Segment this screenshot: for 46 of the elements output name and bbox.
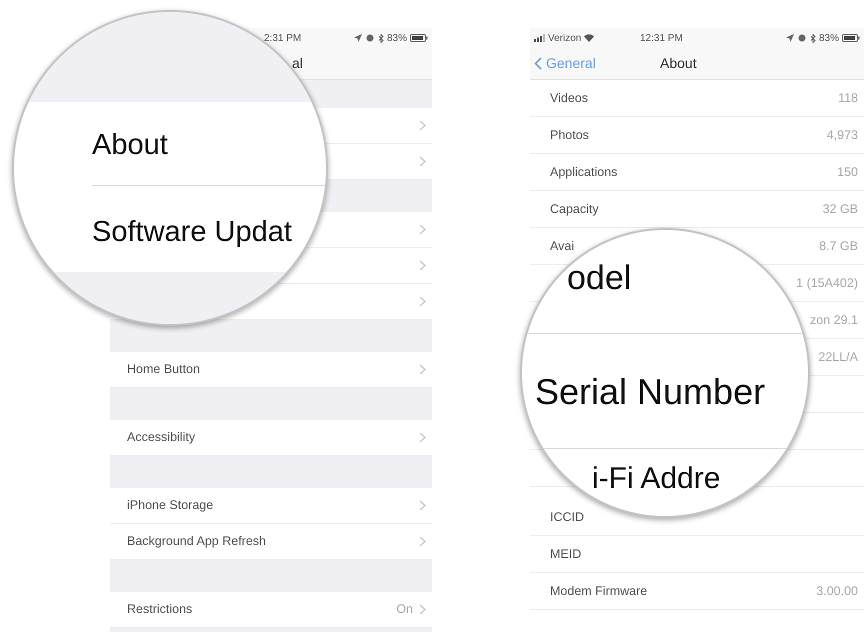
row-value: 22LL/A <box>818 348 858 366</box>
row-value: On <box>396 601 413 618</box>
nav-title: About <box>660 54 697 73</box>
alarm-clock-icon <box>798 34 806 42</box>
signal-bars-icon <box>534 34 546 42</box>
magnified-label: About <box>92 130 168 162</box>
battery-icon <box>410 34 428 42</box>
row-label: MEID <box>550 546 582 563</box>
magnified-label: Software Updat <box>92 217 292 249</box>
row-value: 1 (15A402) <box>796 274 858 292</box>
back-chevron-icon <box>534 57 542 70</box>
battery-icon <box>842 34 860 42</box>
row-value: zon 29.1 <box>810 312 858 329</box>
wifi-icon <box>584 34 594 42</box>
row-label[interactable]: Home Button <box>127 360 200 379</box>
battery-percent: 83% <box>386 32 407 46</box>
row-value: 150 <box>837 164 858 181</box>
row-value: 118 <box>838 90 858 107</box>
row-label[interactable]: Background App Refresh <box>127 532 266 551</box>
magnified-label: Serial Number <box>535 372 766 412</box>
status-time: 2:31 PM <box>264 32 302 46</box>
row-label: Applications <box>550 164 618 181</box>
row-value: 3.00.00 <box>816 582 858 600</box>
nav-title: al <box>292 54 303 73</box>
magnified-label: i-Fi Addre <box>592 462 720 495</box>
row-value: 32 GB <box>822 200 858 218</box>
row-label[interactable]: Accessibility <box>127 428 196 447</box>
magnified-label: odel <box>567 260 632 298</box>
row-value: 4,973 <box>826 126 858 144</box>
row-label: Photos <box>550 126 589 144</box>
bluetooth-icon <box>810 34 816 42</box>
row-label[interactable]: Restrictions <box>127 600 192 619</box>
row-label: Capacity <box>550 200 599 218</box>
battery-percent: 83% <box>818 32 839 46</box>
row-label: Videos <box>550 90 588 107</box>
location-arrow-icon <box>786 34 794 42</box>
row-label[interactable]: iPhone Storage <box>127 496 214 515</box>
bluetooth-icon <box>378 34 384 42</box>
location-arrow-icon <box>354 34 362 42</box>
row-label: Avai <box>550 238 574 255</box>
row-value: 8.7 GB <box>819 238 858 255</box>
row-label: Modem Firmware <box>550 582 648 600</box>
row-label: ICCID <box>550 508 584 526</box>
status-time: 12:31 PM <box>640 32 683 46</box>
alarm-clock-icon <box>366 34 374 42</box>
carrier-name: Verizon <box>548 32 582 46</box>
